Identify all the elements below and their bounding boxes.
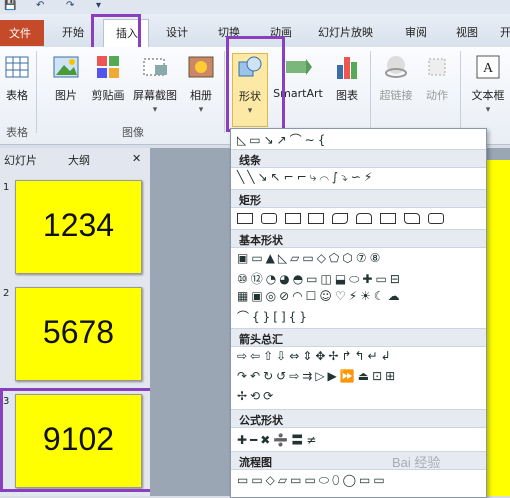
highlight-slide-3: [0, 388, 172, 492]
rectangle-icon[interactable]: [237, 213, 253, 224]
round-corner-rectangle-icon[interactable]: [356, 213, 373, 224]
picture-icon: [53, 56, 79, 78]
svg-text:A: A: [483, 61, 494, 76]
section-flowchart: 流程图: [231, 451, 486, 470]
shapes-dropdown: ◺▭↘↗⌒∼{ 线条 ╲╲↘↖⌐⌐⤷⌒∫⤵∽⚡ 矩形 基本形状 ▣▭▲◺▱▭◇⬠…: [230, 128, 487, 498]
action-button[interactable]: 动作: [420, 53, 454, 123]
basic-shapes-row[interactable]: ⌒{}[]{}: [237, 308, 310, 324]
slide-number: 2: [3, 288, 10, 299]
undo-icon[interactable]: ↶: [36, 0, 44, 12]
clipart-icon: [97, 56, 119, 78]
flowchart-shapes-row[interactable]: ▭▭◇▱▭▭⬭⬯◯▭▭: [237, 473, 388, 487]
close-icon[interactable]: ✕: [132, 152, 141, 165]
redo-icon[interactable]: ↷: [66, 0, 74, 12]
tab-slides[interactable]: 幻灯片: [4, 152, 37, 168]
tab-design[interactable]: 设计: [166, 24, 188, 40]
arrow-shapes-row[interactable]: ↷↶↻↺⇨⇉▷▶⏩⏏⊡⊞: [237, 369, 398, 383]
tab-more[interactable]: 开: [500, 24, 510, 40]
divider: [460, 51, 461, 133]
round-corner-rectangle-icon[interactable]: [332, 213, 349, 224]
lines-shapes-row[interactable]: ╲╲↘↖⌐⌐⤷⌒∫⤵∽⚡: [237, 170, 375, 184]
basic-shapes-row[interactable]: ▣▭▲◺▱▭◇⬠⬡⑦⑧: [237, 251, 383, 265]
equation-shapes-row[interactable]: ✚━✖➗〓≠: [237, 431, 319, 447]
tab-slideshow[interactable]: 幻灯片放映: [318, 24, 373, 40]
tab-file[interactable]: 文件: [0, 20, 44, 46]
title-bar: 💾 ↶ ↷ ▾: [0, 0, 510, 14]
section-basic-shapes: 基本形状: [231, 229, 486, 248]
album-button[interactable]: 相册 ▾: [186, 53, 216, 123]
textbox-button[interactable]: A 文本框 ▾: [466, 53, 510, 123]
tab-outline[interactable]: 大纲: [68, 152, 90, 168]
album-icon: [188, 56, 214, 78]
divider: [36, 51, 37, 133]
smartart-icon: [286, 59, 312, 75]
arrow-shapes-row[interactable]: ⇨⇦⇧⇩⇔⇕✥✢↱↰↵↲: [237, 349, 394, 363]
screenshot-button[interactable]: 屏幕截图 ▾: [130, 53, 180, 123]
chart-button[interactable]: 图表: [330, 53, 364, 123]
chevron-down-icon: ▾: [198, 105, 204, 115]
table-button[interactable]: 表格: [2, 53, 32, 123]
section-lines: 线条: [231, 149, 486, 168]
snip-rectangle-icon[interactable]: [284, 213, 301, 224]
chart-icon: [337, 57, 357, 79]
chevron-down-icon: ▾: [485, 105, 491, 115]
customize-quick-access-icon[interactable]: ▾: [96, 0, 101, 12]
divider: [370, 51, 371, 133]
tab-view[interactable]: 视图: [456, 24, 478, 40]
slide-thumbnail[interactable]: 1234: [15, 180, 142, 274]
rounded-rectangle-icon[interactable]: [260, 213, 277, 224]
chevron-down-icon: ▾: [152, 105, 158, 115]
section-rectangles: 矩形: [231, 189, 486, 208]
section-arrows: 箭头总汇: [231, 328, 486, 347]
textbox-icon: A: [476, 55, 500, 79]
tab-review[interactable]: 审阅: [405, 24, 427, 40]
hyperlink-icon: [385, 56, 407, 78]
watermark: Bai 经验: [392, 455, 441, 470]
section-equation-shapes: 公式形状: [231, 409, 486, 428]
save-icon[interactable]: 💾: [4, 0, 16, 12]
slide-number: 1: [3, 182, 10, 193]
group-tables-label: 表格: [6, 126, 28, 139]
screenshot-icon: [143, 58, 167, 76]
picture-button[interactable]: 图片: [50, 53, 82, 123]
highlight-shapes-button: [226, 36, 285, 132]
slide-thumbnail[interactable]: 5678: [15, 287, 142, 381]
group-images-label: 图像: [122, 126, 144, 139]
tab-home[interactable]: 开始: [62, 24, 84, 40]
rectangle-shapes-row[interactable]: [237, 211, 448, 225]
round-diagonal-rectangle-icon[interactable]: [403, 213, 420, 224]
basic-shapes-row[interactable]: ⑩⑫◔◕◓▭◫⬓⬭✚▭⊟: [237, 270, 403, 286]
arrow-shapes-row[interactable]: ✢⟲⟳: [237, 389, 276, 403]
action-icon: [428, 58, 446, 76]
hyperlink-button[interactable]: 超链接: [376, 53, 416, 123]
clipart-button[interactable]: 剪贴画: [88, 53, 128, 123]
divider: [224, 51, 225, 133]
snip-round-rectangle-icon[interactable]: [379, 213, 396, 224]
current-slide-edge: [486, 160, 510, 496]
basic-shapes-row[interactable]: ▦▣◎⊘◠☐☺♡⚡☀☾☁: [237, 289, 403, 303]
round-rectangle-icon[interactable]: [427, 213, 444, 224]
snip-rectangle-icon[interactable]: [308, 213, 325, 224]
table-icon: [5, 56, 29, 78]
recent-shapes-row[interactable]: ◺▭↘↗⌒∼{: [237, 131, 328, 147]
